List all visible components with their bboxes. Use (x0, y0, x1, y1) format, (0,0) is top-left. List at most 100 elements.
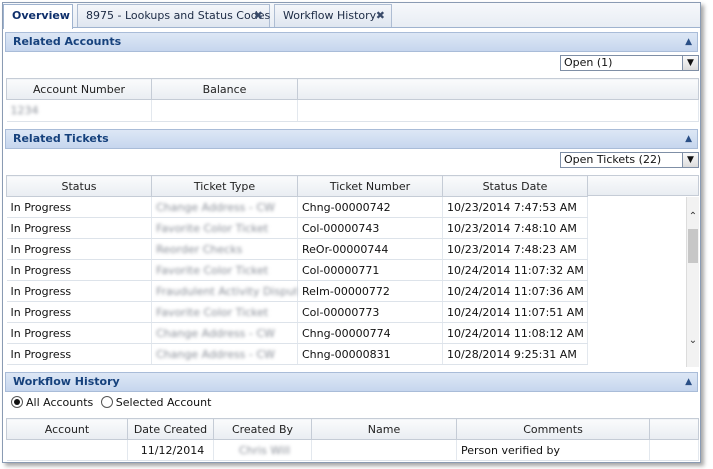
related-accounts-header[interactable]: Related Accounts ▲ (5, 32, 698, 52)
ticket-type-cell: Fraudulent Activity Dispute (151, 280, 298, 302)
column-header-filler (297, 78, 699, 100)
status-cell: In Progress (6, 196, 152, 218)
status-cell: In Progress (6, 343, 152, 365)
column-header[interactable]: Balance (151, 78, 298, 100)
radio-all-accounts[interactable]: All Accounts (11, 396, 93, 409)
table-row[interactable]: 1234 (6, 99, 699, 122)
status-cell: In Progress (6, 301, 152, 323)
accounts-filter-select[interactable]: Open (1) ▼ (560, 55, 699, 71)
collapse-icon[interactable]: ▲ (685, 33, 692, 51)
status-cell: In Progress (6, 217, 152, 239)
name-cell (311, 439, 457, 461)
status-date-cell: 10/24/2014 11:07:51 AM (442, 301, 588, 323)
collapse-icon[interactable]: ▲ (685, 130, 692, 148)
chevron-down-icon[interactable]: ▼ (682, 153, 698, 167)
comments-cell: Person verified by (456, 439, 650, 461)
ticket-number-cell[interactable]: Chng-00000831 (297, 343, 443, 365)
status-date-cell: 10/23/2014 7:48:23 AM (442, 238, 588, 260)
table-row[interactable]: In Progress Favorite Color Ticket Col-00… (6, 259, 588, 281)
column-header[interactable]: Date Created (127, 418, 214, 440)
status-date-cell: 10/24/2014 11:08:12 AM (442, 322, 588, 344)
tickets-table: Status Ticket Type Ticket Number Status … (6, 175, 588, 365)
balance-cell (151, 99, 298, 122)
scroll-up-icon[interactable]: ⌃ (687, 211, 699, 222)
header-filler (587, 175, 699, 196)
ticket-number-cell[interactable]: Col-00000771 (297, 259, 443, 281)
table-row[interactable]: In Progress Fraudulent Activity Dispute … (6, 280, 588, 302)
status-date-cell: 10/24/2014 11:07:32 AM (442, 259, 588, 281)
tickets-filter-select[interactable]: Open Tickets (22) ▼ (560, 152, 699, 168)
status-date-cell: 10/23/2014 7:47:53 AM (442, 196, 588, 218)
created-by-cell: Chris Will (213, 439, 312, 461)
section-title: Related Accounts (13, 35, 122, 48)
column-header[interactable]: Comments (456, 418, 650, 440)
tickets-scrollbar[interactable]: ⌃ ⌄ (686, 197, 699, 367)
column-header[interactable]: Ticket Number (297, 175, 443, 197)
status-cell: In Progress (6, 259, 152, 281)
ticket-type-cell: Change Address - CW (151, 196, 298, 218)
scrollbar-thumb[interactable] (688, 229, 698, 263)
related-tickets-header[interactable]: Related Tickets ▲ (5, 129, 698, 149)
section-title: Related Tickets (13, 132, 109, 145)
workflow-history-table: Account Date Created Created By Name Com… (6, 418, 699, 461)
table-header-row: Account Number Balance (6, 78, 699, 100)
status-cell: In Progress (6, 238, 152, 260)
workflow-history-header[interactable]: Workflow History ▲ (5, 372, 698, 392)
status-cell: In Progress (6, 322, 152, 344)
filler-cell (297, 99, 699, 122)
table-row[interactable]: In Progress Change Address - CW Chng-000… (6, 196, 588, 218)
radio-label: All Accounts (26, 396, 94, 409)
account-cell (6, 439, 128, 461)
column-header-filler (649, 418, 699, 440)
select-value: Open (1) (564, 56, 613, 69)
collapse-icon[interactable]: ▲ (685, 373, 692, 391)
tab-lookups-status-codes[interactable]: 8975 - Lookups and Status Codes ✖ (77, 4, 270, 27)
column-header[interactable]: Status (6, 175, 152, 197)
status-cell: In Progress (6, 280, 152, 302)
account-number-cell[interactable]: 1234 (6, 99, 152, 122)
account-scope-radio-group: All Accounts Selected Account (11, 395, 211, 411)
ticket-number-cell[interactable]: ReOr-00000744 (297, 238, 443, 260)
table-row[interactable]: 11/12/2014 Chris Will Person verified by (6, 439, 699, 461)
radio-checked-icon[interactable] (11, 396, 23, 408)
tab-overview[interactable]: Overview (3, 4, 73, 29)
table-row[interactable]: In Progress Reorder Checks ReOr-00000744… (6, 238, 588, 260)
tab-workflow-history[interactable]: Workflow History ✖ (274, 4, 392, 27)
tab-label: Workflow History (283, 9, 377, 22)
ticket-number-cell[interactable]: Col-00000743 (297, 217, 443, 239)
ticket-number-cell[interactable]: Chng-00000742 (297, 196, 443, 218)
table-header-row: Account Date Created Created By Name Com… (6, 418, 699, 440)
table-header-row: Status Ticket Type Ticket Number Status … (6, 175, 588, 197)
ticket-number-cell[interactable]: Chng-00000774 (297, 322, 443, 344)
table-row[interactable]: In Progress Change Address - CW Chng-000… (6, 343, 588, 365)
column-header[interactable]: Created By (213, 418, 312, 440)
column-header[interactable]: Account (6, 418, 128, 440)
radio-unchecked-icon[interactable] (100, 396, 113, 408)
close-icon[interactable]: ✖ (254, 5, 263, 26)
filler-cell (649, 439, 699, 461)
tab-label: Overview (12, 9, 70, 22)
column-header[interactable]: Name (311, 418, 457, 440)
ticket-type-cell: Reorder Checks (151, 238, 298, 260)
column-header[interactable]: Account Number (6, 78, 152, 100)
radio-selected-account[interactable]: Selected Account (100, 396, 211, 409)
chevron-down-icon[interactable]: ▼ (682, 56, 698, 70)
table-row[interactable]: In Progress Change Address - CW Chng-000… (6, 322, 588, 344)
select-value: Open Tickets (22) (564, 153, 662, 166)
accounts-table: Account Number Balance 1234 (6, 78, 699, 122)
column-header[interactable]: Status Date (442, 175, 588, 197)
section-title: Workflow History (13, 375, 120, 388)
status-date-cell: 10/28/2014 9:25:31 AM (442, 343, 588, 365)
status-date-cell: 10/24/2014 11:07:36 AM (442, 280, 588, 302)
ticket-type-cell: Favorite Color Ticket (151, 259, 298, 281)
ticket-type-cell: Change Address - CW (151, 322, 298, 344)
ticket-number-cell[interactable]: Col-00000773 (297, 301, 443, 323)
table-row[interactable]: In Progress Favorite Color Ticket Col-00… (6, 301, 588, 323)
column-header[interactable]: Ticket Type (151, 175, 298, 197)
date-created-cell: 11/12/2014 (127, 439, 214, 461)
ticket-type-cell: Change Address - CW (151, 343, 298, 365)
close-icon[interactable]: ✖ (376, 5, 385, 26)
scroll-down-icon[interactable]: ⌄ (687, 335, 699, 346)
table-row[interactable]: In Progress Favorite Color Ticket Col-00… (6, 217, 588, 239)
ticket-number-cell[interactable]: ReIm-00000772 (297, 280, 443, 302)
